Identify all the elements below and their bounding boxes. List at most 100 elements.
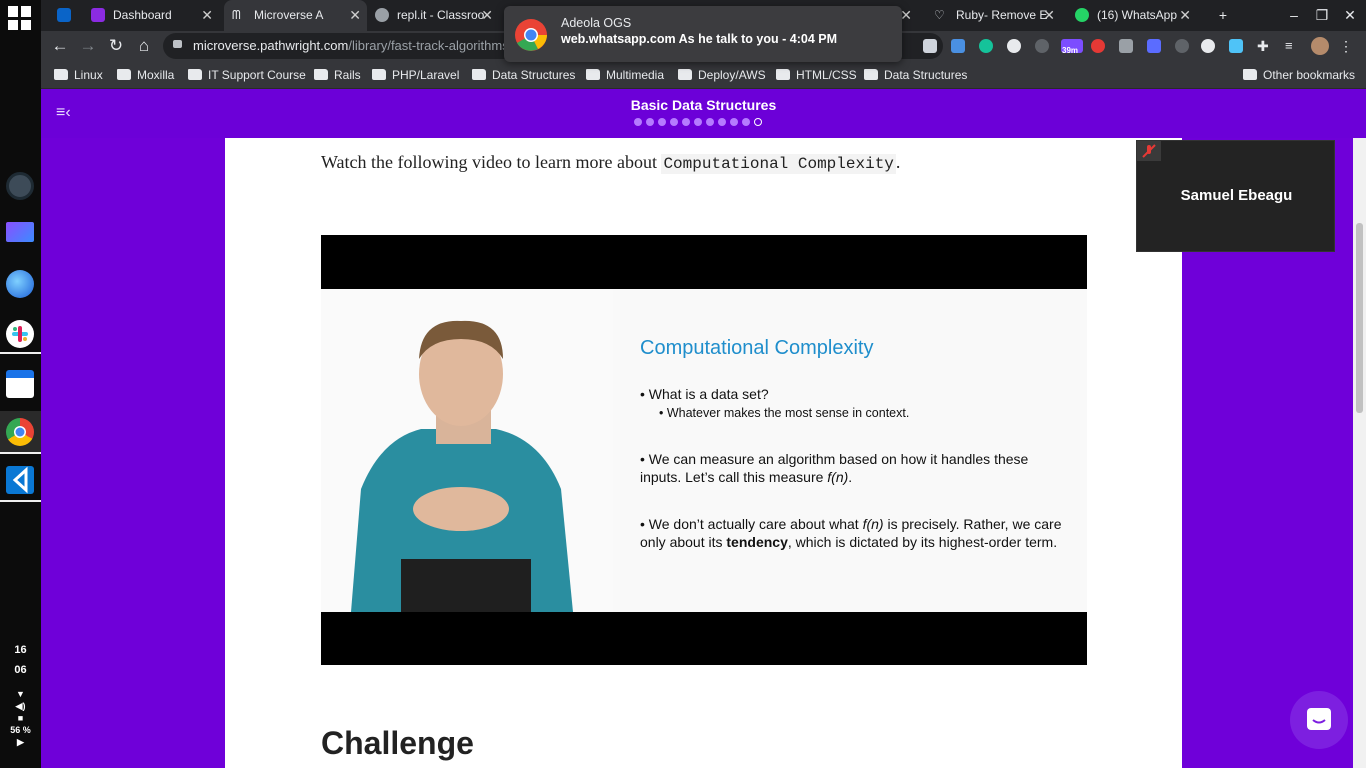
close-icon[interactable]: ✕	[1043, 0, 1055, 31]
reading-list-icon[interactable]: ≡	[1285, 39, 1299, 53]
step-dot[interactable]	[682, 118, 690, 126]
page-scrollbar[interactable]	[1353, 138, 1366, 768]
video-call-window[interactable]: Samuel Ebeagu	[1136, 140, 1335, 252]
step-dot[interactable]	[742, 118, 750, 126]
menu-icon[interactable]: ⋮	[1339, 39, 1353, 53]
bookmark-folder[interactable]: PHP/Laravel	[372, 61, 459, 89]
extension-arrow-icon[interactable]	[1229, 39, 1243, 53]
battery-level: 56 %	[10, 725, 31, 735]
slide-bullet-fn: f(n)	[862, 516, 884, 532]
forward-button[interactable]: →	[76, 34, 100, 58]
extension-plane-icon[interactable]	[1119, 39, 1133, 53]
tab-outlook[interactable]	[49, 0, 75, 31]
slide-bullet-text: We don’t actually care about what	[648, 516, 859, 532]
chrome-icon[interactable]	[6, 418, 34, 446]
bookmark-folder[interactable]: Deploy/AWS	[678, 61, 766, 89]
app-launcher-icon[interactable]	[8, 6, 32, 30]
slide-bullet: • What is a data set?	[640, 386, 769, 402]
bookmark-folder[interactable]: Linux	[54, 61, 103, 89]
close-icon[interactable]: ✕	[900, 0, 912, 31]
current-step-dot[interactable]	[754, 118, 762, 126]
intro-end: .	[895, 152, 901, 172]
step-dot[interactable]	[730, 118, 738, 126]
folder-icon	[586, 69, 600, 80]
home-button[interactable]: ⌂	[132, 34, 156, 58]
chat-launcher-button[interactable]	[1290, 691, 1348, 749]
extension-w-icon[interactable]	[1201, 39, 1215, 53]
extension-red-icon[interactable]	[1091, 39, 1105, 53]
lesson-content: Watch the following video to learn more …	[225, 138, 1182, 768]
firefox-icon[interactable]	[6, 270, 34, 298]
tab-dashboard[interactable]: Dashboard ✕	[83, 0, 219, 31]
grammarly-icon[interactable]	[979, 39, 993, 53]
video-frame: Computational Complexity • What is a dat…	[321, 289, 1087, 612]
extension-c-icon[interactable]	[1035, 39, 1049, 53]
replit-icon	[375, 8, 389, 22]
tab-microverse[interactable]: ᗰ Microverse A ✕	[224, 0, 367, 31]
intro-text: Watch the following video to learn more …	[321, 152, 657, 172]
step-dot[interactable]	[718, 118, 726, 126]
scrollbar-thumb[interactable]	[1356, 223, 1363, 413]
bookmark-folder[interactable]: IT Support Course	[188, 61, 306, 89]
video-player[interactable]: Computational Complexity • What is a dat…	[321, 235, 1087, 665]
screen-recorder-icon[interactable]	[6, 222, 34, 242]
timer-extension-icon[interactable]: 39m	[1061, 39, 1083, 55]
minimize-button[interactable]: ‒	[1280, 0, 1308, 31]
profile-avatar[interactable]	[1311, 37, 1329, 55]
step-dot[interactable]	[658, 118, 666, 126]
files-icon[interactable]	[6, 370, 34, 398]
music-player-icon[interactable]	[6, 172, 34, 200]
back-button[interactable]: ←	[48, 34, 72, 58]
slack-icon[interactable]	[6, 320, 34, 348]
close-icon[interactable]: ✕	[1179, 0, 1191, 31]
extension-circle-icon[interactable]	[1175, 39, 1189, 53]
tab-whatsapp[interactable]: (16) WhatsApp ✕	[1067, 0, 1197, 31]
zoom-icon[interactable]	[1147, 39, 1161, 53]
notification-toast[interactable]: Adeola OGS web.whatsapp.com As he talk t…	[504, 6, 902, 62]
tab-ruby[interactable]: ♡ Ruby- Remove E ✕	[926, 0, 1061, 31]
clock-hour: 16	[14, 644, 27, 656]
folder-icon	[117, 69, 131, 80]
close-icon[interactable]: ✕	[349, 0, 361, 31]
system-tray[interactable]: ▼ ◀) ■ 56 % ▶	[0, 688, 41, 748]
close-icon[interactable]: ✕	[201, 0, 213, 31]
bookmark-folder[interactable]: Data Structures	[472, 61, 575, 89]
step-dot[interactable]	[706, 118, 714, 126]
step-dot[interactable]	[646, 118, 654, 126]
extension-h-icon[interactable]	[1007, 39, 1021, 53]
bookmark-folder[interactable]: Data Structures	[864, 61, 967, 89]
bookmark-folder[interactable]: Rails	[314, 61, 361, 89]
bookmark-folder[interactable]: Multimedia	[586, 61, 664, 89]
tab-replit[interactable]: repl.it - Classroo ✕	[367, 0, 499, 31]
reload-button[interactable]: ↻	[104, 34, 128, 58]
close-icon[interactable]: ✕	[481, 0, 493, 31]
tab-label: repl.it - Classroo	[397, 8, 485, 22]
step-dot[interactable]	[634, 118, 642, 126]
bookmark-label: Other bookmarks	[1263, 68, 1356, 82]
close-window-button[interactable]: ✕	[1336, 0, 1364, 31]
other-bookmarks[interactable]: Other bookmarks	[1243, 61, 1355, 89]
bookmark-label: Moxilla	[137, 68, 175, 82]
extension-box-icon[interactable]	[923, 39, 937, 53]
bookmark-folder[interactable]: HTML/CSS	[776, 61, 857, 89]
lock-icon	[173, 40, 182, 48]
slide-bullet-fn: f(n)	[827, 469, 849, 485]
vscode-icon[interactable]	[6, 466, 34, 494]
extension-pen-icon[interactable]	[951, 39, 965, 53]
bookmark-label: Data Structures	[492, 68, 576, 82]
restore-button[interactable]: ❐	[1308, 0, 1336, 31]
folder-icon	[314, 69, 328, 80]
os-clock[interactable]: 16 06	[0, 640, 41, 680]
outlook-icon	[57, 8, 71, 22]
step-dot[interactable]	[670, 118, 678, 126]
wifi-icon: ▼	[16, 689, 25, 699]
bookmark-folder[interactable]: Moxilla	[117, 61, 174, 89]
step-dot[interactable]	[694, 118, 702, 126]
challenge-heading: Challenge	[321, 725, 474, 761]
slide-bullet-text: What is a data set?	[648, 386, 769, 402]
new-tab-button[interactable]: +	[1209, 0, 1237, 31]
clock-minute: 06	[14, 664, 27, 676]
tab-label: Microverse A	[254, 8, 324, 22]
extensions-puzzle-icon[interactable]: ✚	[1257, 39, 1271, 53]
tab-label: Dashboard	[113, 8, 172, 22]
